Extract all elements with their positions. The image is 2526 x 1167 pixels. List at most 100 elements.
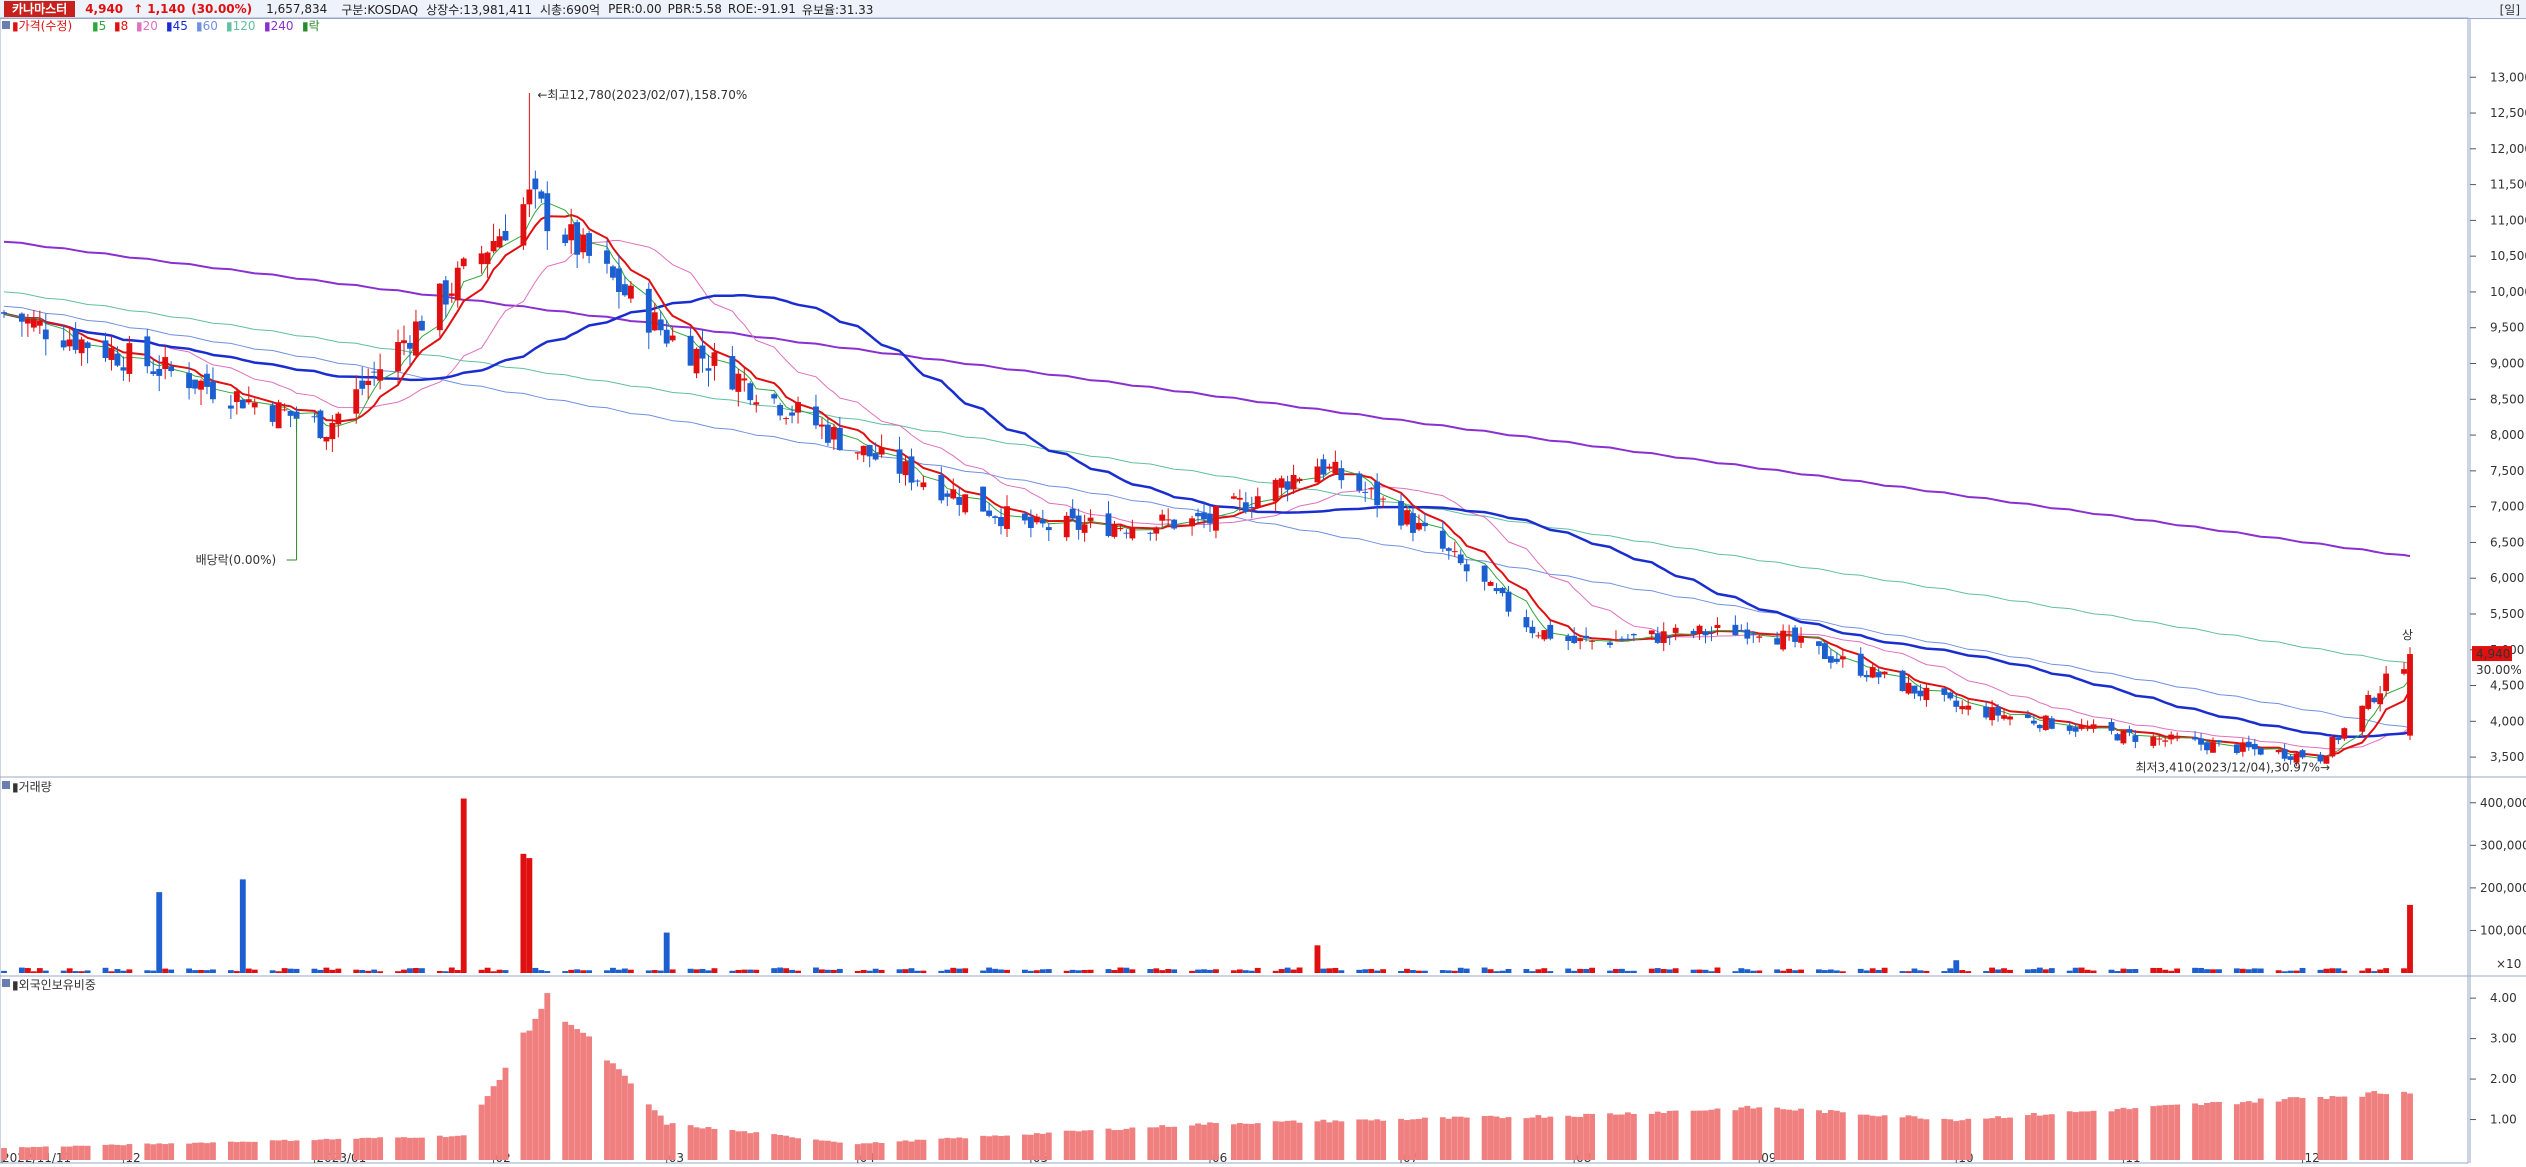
candle-body [2001,715,2007,719]
foreign-holding-bar [2335,1096,2342,1160]
foreign-holding-bar [1565,1115,1572,1160]
volume-bar [186,968,193,973]
foreign-holding-bar [1439,1117,1446,1160]
volume-bar [604,970,610,973]
candle-body [2120,730,2127,744]
volume-bar [1248,970,1255,973]
volume-bar [2090,970,2097,973]
foreign-holding-bar [502,1067,509,1160]
candle-body [1272,479,1279,502]
candle-body [1457,554,1464,564]
foreign-holding-bar [2287,1097,2294,1160]
candle-body [1045,527,1052,531]
foreign-holding-bar [1421,1117,1428,1160]
volume-bar [156,892,163,973]
foreign-holding-bar [323,1138,330,1160]
foreign-holding-bar [1660,1113,1667,1160]
volume-bar [114,969,121,973]
volume-bar [1589,967,1596,973]
foreign-holding-bar [2293,1097,2300,1160]
candle-body [1039,519,1046,524]
volume-bar [1105,969,1112,973]
candle-body [2168,734,2175,740]
candle-body [371,371,378,373]
volume-bar [269,970,276,973]
foreign-holding-bar [621,1075,628,1160]
volume-bar [2359,970,2366,973]
candle-body [1362,491,1369,493]
volume-bar [1123,967,1130,973]
candle-body [1021,513,1028,521]
foreign-holding-bar [120,1145,127,1160]
candle-body [1404,510,1410,525]
foreign-holding-bar [317,1139,324,1160]
volume-bar [586,970,593,973]
candle-body [1613,639,1619,641]
low-annotation: 최저3,410(2023/12/04),30.97%→ [2135,761,2330,775]
foreign-holding-bar [956,1137,963,1160]
candle-body [818,424,825,427]
volume-bar [42,970,49,973]
volume-bar [2377,969,2384,973]
volume-bar [962,968,969,973]
foreign-holding-bar [1672,1110,1679,1160]
volume-bar [1947,968,1954,973]
price-tick-label: 5,500 [2490,607,2524,621]
volume-bar [1236,969,1243,973]
candle-body [1875,672,1882,678]
candle-body [1863,674,1870,678]
volume-bar [2108,969,2115,973]
price-tick-label: 12,000 [2490,142,2526,156]
foreign-holding-bar [866,1143,873,1160]
foreign-holding-bar [2048,1114,2055,1160]
price-legend-item: ▮5 [92,19,106,33]
volume-bar [2042,969,2049,973]
foreign-holding-bar [962,1138,969,1160]
volume-bar [1147,969,1154,973]
volume-bar [78,971,85,973]
foreign-holding-bar [1,1148,7,1160]
candle-body [407,342,413,349]
foreign-holding-bar [1839,1112,1846,1160]
candle-body [1732,624,1739,636]
volume-bar [914,970,921,973]
volume-bar [353,969,360,973]
volume-bar [251,969,258,973]
candle-body [2066,725,2073,731]
volume-pane-handle [2,781,10,789]
candle-body [1869,667,1876,678]
volume-bar [986,967,993,973]
volume-bar [245,968,252,973]
volume-bar [24,968,31,973]
foreign-tick-label: 1.00 [2490,1113,2517,1127]
candle-body [126,343,133,374]
foreign-tick-label: 3.00 [2490,1032,2517,1046]
foreign-holding-bar [251,1141,258,1160]
candle-body [269,405,276,422]
foreign-holding-bar [311,1140,318,1160]
foreign-holding-bar [478,1104,485,1160]
volume-tick-label: 200,000 [2480,881,2526,895]
foreign-holding-bar [66,1146,73,1160]
foreign-holding-bar [353,1138,360,1160]
candle-body [1565,636,1572,642]
volume-bar [1523,969,1530,973]
foreign-holding-bar [2007,1117,2013,1160]
candle-body [42,329,49,340]
volume-bar [2066,970,2073,973]
candle-body [2329,737,2336,757]
volume-bar [1153,968,1160,973]
candle-body [2174,737,2181,739]
foreign-holding-bar [562,1021,569,1160]
volume-bar [1045,969,1052,973]
candle-body [705,368,712,371]
volume-bar [317,969,324,973]
volume-bar [580,970,587,973]
candle-body [233,391,240,402]
foreign-holding-bar [1284,1120,1291,1160]
foreign-holding-bar [1398,1118,1404,1160]
volume-bar [1,970,7,973]
foreign-holding-bar [1314,1121,1321,1160]
foreign-holding-bar [371,1138,378,1160]
candle-body [2078,725,2085,729]
